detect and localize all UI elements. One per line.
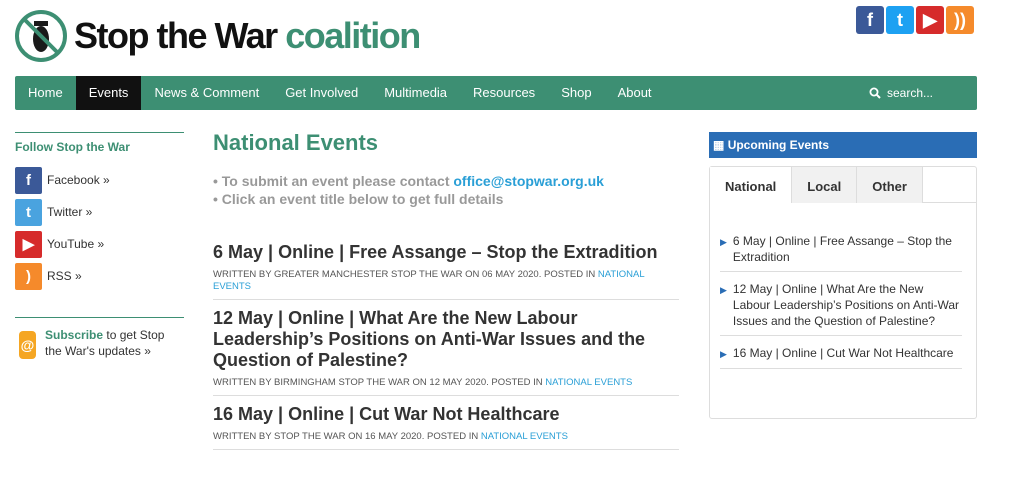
follow-item-facebook[interactable]: f Facebook »: [15, 164, 184, 196]
event-meta-text: Written by Stop the War on 16 May 2020. …: [213, 431, 481, 442]
upcoming-event-item[interactable]: ▶ 12 May | Online | What Are the New Labo…: [720, 281, 962, 336]
nav-item-multimedia[interactable]: Multimedia: [371, 76, 460, 110]
follow-item-label[interactable]: YouTube »: [47, 237, 104, 251]
event-item: 6 May | Online | Free Assange – Stop the…: [213, 242, 679, 300]
subscribe-text[interactable]: Subscribe to get Stop the War's updates …: [45, 327, 184, 359]
twitter-icon: t: [15, 198, 42, 226]
event-list: 6 May | Online | Free Assange – Stop the…: [213, 242, 679, 450]
tab-local[interactable]: Local: [792, 167, 858, 203]
subscribe-panel[interactable]: @ Subscribe to get Stop the War's update…: [15, 317, 184, 359]
subscribe-link[interactable]: Subscribe: [45, 328, 103, 342]
upcoming-event-item[interactable]: ▶ 6 May | Online | Free Assange – Stop th…: [720, 233, 962, 272]
upcoming-list: ▶ 6 May | Online | Free Assange – Stop th…: [710, 203, 976, 369]
upcoming-event-link[interactable]: 16 May | Online | Cut War Not Healthcare: [733, 345, 954, 362]
site-name-part2: coalition: [285, 15, 421, 56]
follow-item-label[interactable]: Twitter »: [47, 205, 92, 219]
event-meta-text: Written by Greater Manchester Stop the W…: [213, 269, 598, 280]
nav-item-home[interactable]: Home: [15, 76, 76, 110]
event-item: 12 May | Online | What Are the New Labou…: [213, 308, 679, 396]
nav-item-get-involved[interactable]: Get Involved: [272, 76, 371, 110]
upcoming-events-header: ▦ Upcoming Events: [709, 132, 977, 158]
site-name: Stop the War coalition: [74, 15, 421, 57]
search-input[interactable]: search...: [887, 76, 933, 110]
nav-search[interactable]: search...: [869, 76, 933, 110]
intro-line-1: • To submit an event please contact offi…: [213, 172, 679, 190]
upcoming-event-link[interactable]: 6 May | Online | Free Assange – Stop the…: [733, 233, 962, 265]
facebook-icon: f: [15, 166, 42, 194]
nav-item-news-comment[interactable]: News & Comment: [141, 76, 272, 110]
main-content: National Events • To submit an event ple…: [213, 130, 679, 458]
nav-item-events[interactable]: Events: [75, 76, 142, 110]
follow-item-twitter[interactable]: t Twitter »: [15, 196, 184, 228]
event-category-link[interactable]: National Events: [481, 431, 568, 442]
intro-text: • To submit an event please contact offi…: [213, 172, 679, 208]
upcoming-event-link[interactable]: 12 May | Online | What Are the New Labou…: [733, 281, 962, 329]
event-meta-text: Written by Birmingham Stop the War on 12…: [213, 377, 546, 388]
bullet-triangle-icon: ▶: [720, 349, 727, 359]
upcoming-tabs: National Local Other: [710, 167, 976, 203]
follow-title: Follow Stop the War: [15, 132, 184, 154]
rss-icon[interactable]: )): [946, 6, 974, 34]
site-logo[interactable]: Stop the War coalition: [14, 8, 421, 64]
twitter-icon[interactable]: t: [886, 6, 914, 34]
email-icon: @: [19, 331, 37, 359]
event-meta: Written by Birmingham Stop the War on 12…: [213, 377, 679, 389]
follow-item-label[interactable]: Facebook »: [47, 173, 110, 187]
event-title-link[interactable]: 16 May | Online | Cut War Not Healthcare: [213, 404, 679, 425]
youtube-icon: ▶: [15, 230, 42, 258]
upcoming-events-title: Upcoming Events: [727, 138, 830, 152]
facebook-icon[interactable]: f: [856, 6, 884, 34]
site-name-part1: Stop the War: [74, 15, 278, 56]
intro-line-1-text: • To submit an event please contact: [213, 173, 454, 189]
upcoming-events-box: National Local Other ▶ 6 May | Online | Fre…: [709, 166, 977, 419]
nav-item-shop[interactable]: Shop: [548, 76, 604, 110]
follow-item-label[interactable]: RSS »: [47, 269, 82, 283]
event-meta: Written by Greater Manchester Stop the W…: [213, 269, 679, 293]
event-item: 16 May | Online | Cut War Not Healthcare…: [213, 404, 679, 450]
nav-item-resources[interactable]: Resources: [460, 76, 548, 110]
event-meta: Written by Stop the War on 16 May 2020. …: [213, 431, 679, 443]
follow-list: f Facebook » t Twitter » ▶ YouTube ») RSS »: [15, 164, 184, 292]
event-category-link[interactable]: National Events: [545, 377, 632, 388]
follow-panel: Follow Stop the War f Facebook » t Twitter …: [15, 132, 184, 292]
contact-email-link[interactable]: office@stopwar.org.uk: [453, 173, 604, 189]
top-social-links: f t ▶)): [856, 6, 974, 34]
upcoming-event-item[interactable]: ▶ 16 May | Online | Cut War Not Healthcar…: [720, 345, 962, 369]
follow-item-youtube[interactable]: ▶ YouTube »: [15, 228, 184, 260]
tab-other[interactable]: Other: [857, 167, 923, 203]
upcoming-events-panel: ▦ Upcoming Events National Local Other ▶ 6 …: [709, 132, 977, 419]
page-title: National Events: [213, 130, 379, 155]
nav-item-about[interactable]: About: [605, 76, 665, 110]
event-title-link[interactable]: 12 May | Online | What Are the New Labou…: [213, 308, 679, 371]
main-nav: Home Events News & Comment Get Involved Mult…: [15, 76, 977, 110]
youtube-icon[interactable]: ▶: [916, 6, 944, 34]
event-title-link[interactable]: 6 May | Online | Free Assange – Stop the…: [213, 242, 679, 263]
tab-national[interactable]: National: [710, 167, 793, 203]
follow-item-rss[interactable]: ) RSS »: [15, 260, 184, 292]
bullet-triangle-icon: ▶: [720, 285, 727, 295]
search-icon: [869, 87, 881, 99]
no-bomb-logo-icon: [14, 9, 68, 63]
bullet-triangle-icon: ▶: [720, 237, 727, 247]
rss-icon: ): [15, 262, 42, 290]
intro-line-2: • Click an event title below to get full…: [213, 191, 504, 207]
calendar-icon: ▦: [713, 138, 725, 152]
